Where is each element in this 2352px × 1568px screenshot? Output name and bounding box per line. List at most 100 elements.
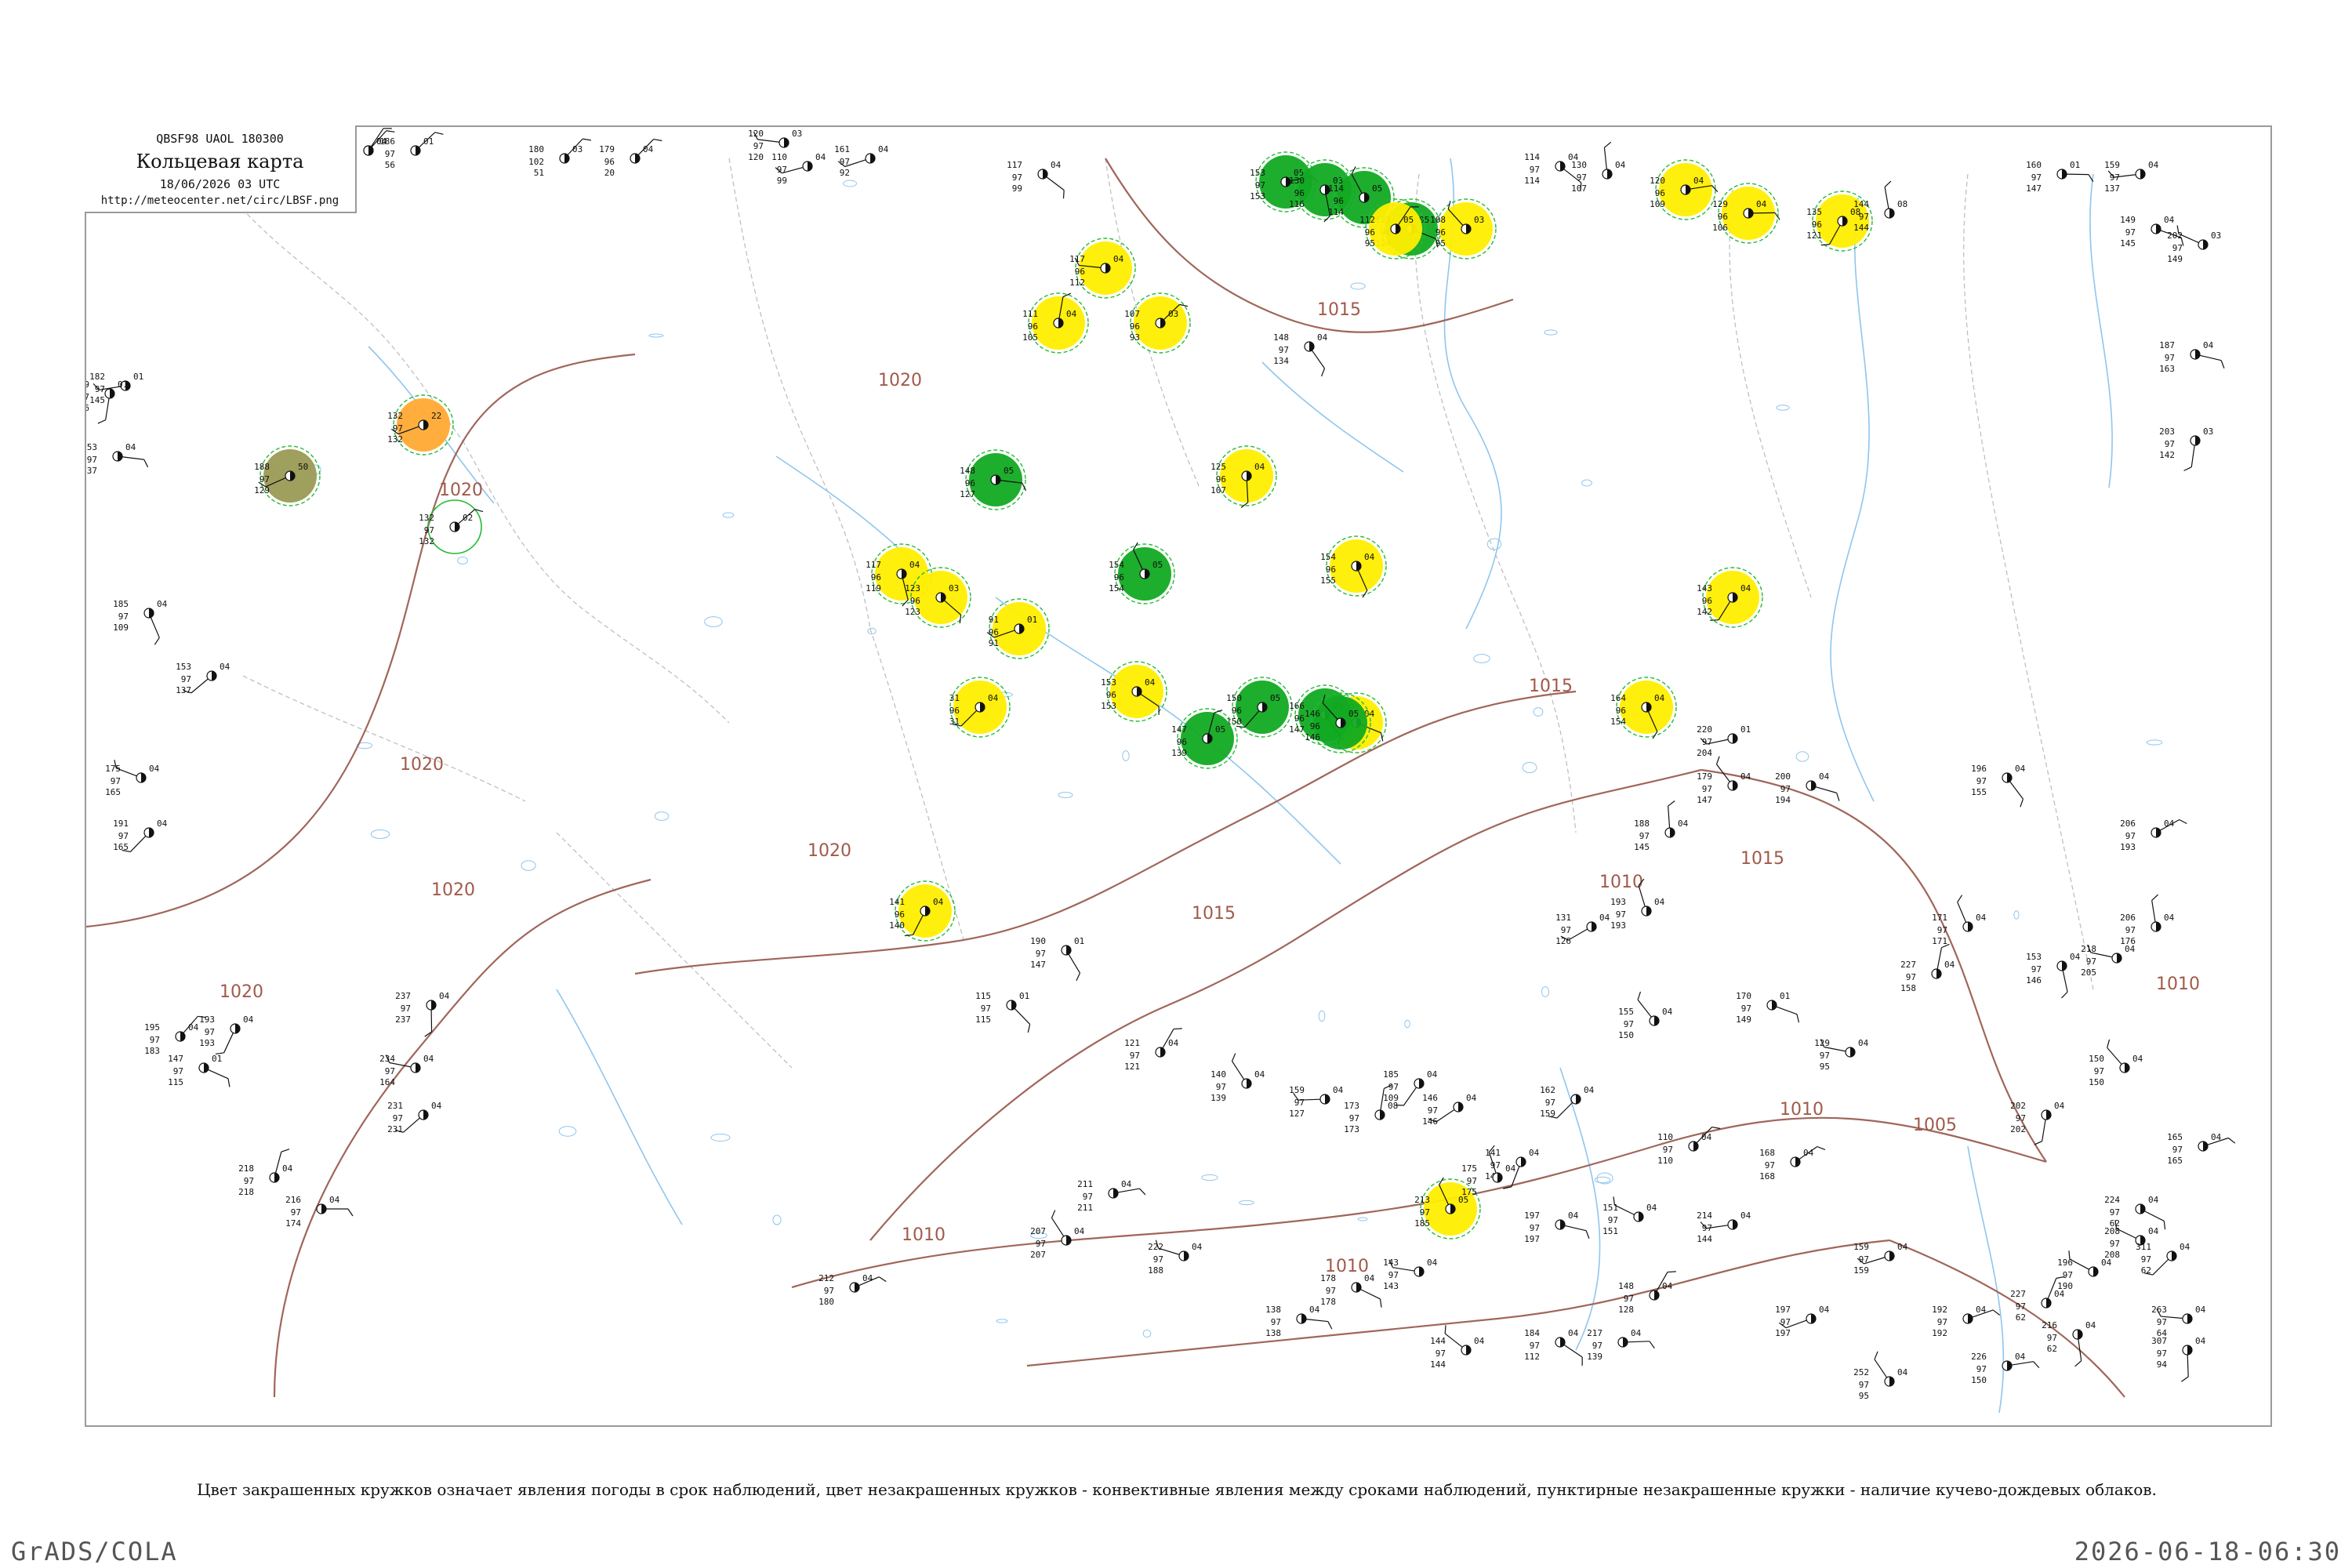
station-plot[interactable]: 188 50 97129	[254, 445, 321, 506]
station-plot[interactable]: 129 04 9795	[1814, 1038, 1868, 1072]
station-plot[interactable]: 234 04 97164	[379, 1054, 434, 1087]
station-plot[interactable]: 117 04 9799	[1007, 160, 1068, 199]
station-plot[interactable]: 110 0497110	[1657, 1123, 1721, 1166]
station-plot[interactable]: 150 0497150	[2089, 1039, 2143, 1087]
station-plot[interactable]: 218 04 97205	[2081, 944, 2135, 978]
station-plot[interactable]: 252 04 9795	[1853, 1351, 1908, 1401]
station-plot[interactable]: 214 04 97144	[1697, 1210, 1751, 1244]
station-plot[interactable]: 263 049764	[2151, 1305, 2205, 1338]
station-plot[interactable]: 217 04 97139	[1587, 1328, 1655, 1362]
station-plot[interactable]: 195 04 97183	[144, 1013, 207, 1056]
station-plot[interactable]: 237 0497237	[395, 991, 450, 1037]
station-plot[interactable]: 143 04 96142	[1697, 567, 1763, 628]
station-plot[interactable]: 130 04 97107	[1571, 141, 1626, 194]
station-plot[interactable]: 115 0197115	[975, 991, 1033, 1033]
station-plot[interactable]: 144 0497144	[1430, 1325, 1485, 1370]
station-plot[interactable]: 148 04 97134	[1273, 332, 1328, 377]
station-plot[interactable]: 132 0297132	[419, 499, 484, 554]
station-plot[interactable]: 125 04 96107	[1210, 445, 1277, 508]
station-plot[interactable]: 155 04 97150	[1618, 991, 1673, 1040]
station-plot[interactable]: 193 0497193	[199, 1014, 254, 1057]
station-plot[interactable]: 31 049631	[949, 677, 1011, 738]
station-plot[interactable]: 170 01 97149	[1736, 991, 1801, 1025]
station-plot[interactable]: 132 2297132	[387, 394, 454, 456]
station-plot[interactable]: 178 0497178	[1320, 1273, 1385, 1308]
station-plot[interactable]: 202 03 97149	[2167, 225, 2221, 264]
station-plot[interactable]: 200 04 97194	[1775, 771, 1841, 805]
station-plot[interactable]: 153 04 97137	[176, 662, 230, 696]
station-plot[interactable]: 185 04 97109	[113, 599, 168, 645]
station-plot[interactable]: 117 04 96112	[1069, 238, 1136, 299]
station-plot[interactable]: 218 0497218	[238, 1147, 293, 1197]
station-plot[interactable]: 207 0497207	[1030, 1210, 1085, 1260]
station-plot[interactable]: 206 0497176	[2120, 894, 2175, 946]
station-plot[interactable]: 216 04 9762	[2042, 1320, 2096, 1367]
station-plot[interactable]: 151 0497151	[1602, 1196, 1657, 1236]
station-plot[interactable]: 153 04 97146	[2026, 952, 2081, 999]
station-plot[interactable]: 147 01 97115	[168, 1054, 232, 1087]
station-plot[interactable]: 187 04 97163	[2159, 340, 2226, 374]
station-plot[interactable]: 197 0497197	[1524, 1210, 1591, 1244]
station-plot[interactable]: 311 04 9762	[2136, 1242, 2190, 1278]
station-plot[interactable]: 220 01 97204	[1697, 724, 1751, 758]
station-plot[interactable]: 202 0497202	[2010, 1101, 2065, 1146]
station-plot[interactable]: 91 019691	[986, 598, 1050, 659]
cloud-cover-fill	[1419, 1267, 1424, 1276]
station-plot[interactable]: 110 04 9799	[771, 152, 826, 186]
station-plot[interactable]: 211 0497211	[1077, 1179, 1146, 1213]
station-plot[interactable]: 160 01 97147	[2026, 160, 2094, 194]
station-plot[interactable]: 165 0497165	[2167, 1132, 2236, 1166]
station-plot[interactable]: 154 0596154	[1109, 542, 1175, 604]
station-plot[interactable]: 164 04 96154	[1610, 677, 1677, 739]
station-plot[interactable]: 129 04 96106	[1712, 183, 1780, 244]
station-plot[interactable]: 224 04 9762	[2104, 1195, 2169, 1230]
station-plot[interactable]: 216 04 97174	[285, 1195, 354, 1229]
station-plot[interactable]: 186 019756	[379, 129, 444, 170]
station-plot[interactable]: 150 0596150	[1226, 677, 1293, 738]
isobar-label: 1020	[808, 841, 851, 861]
station-plot[interactable]: 144 0897144	[1853, 180, 1907, 233]
station-plot[interactable]: 203 03 97142	[2159, 426, 2213, 472]
station-plot[interactable]: 206 04 97193	[2120, 818, 2187, 852]
station-plot[interactable]: 153 04 97137	[86, 442, 149, 476]
station-plot[interactable]: 197 0497197	[1775, 1305, 1829, 1338]
station-plot[interactable]: 121 0497121	[1124, 1025, 1182, 1072]
station-plot[interactable]: 227 04 97158	[1900, 943, 1955, 993]
station-plot[interactable]: 171 0497171	[1932, 895, 1987, 946]
station-plot[interactable]: 179 04 97147	[1697, 756, 1751, 805]
station-plot[interactable]: 175 04 97165	[105, 760, 160, 797]
station-plot[interactable]: 212 04 97180	[818, 1273, 887, 1307]
station-plot[interactable]: 131 04 97126	[1555, 913, 1610, 946]
station-plot[interactable]: 141 04 96140	[889, 880, 956, 942]
station-plot[interactable]: 108 03 9695	[1430, 198, 1497, 260]
station-plot[interactable]: 153 0496153	[1101, 661, 1167, 722]
station-plot[interactable]: 192 0497192	[1932, 1305, 2001, 1338]
cloud-cover-fill	[1458, 1102, 1463, 1112]
station-plot[interactable]: 226 04 97150	[1971, 1352, 2040, 1385]
station-plot[interactable]: 146 0497146	[1422, 1093, 1476, 1127]
station-plot[interactable]: 180 03 10251	[528, 136, 591, 178]
station-plot[interactable]: 148 05 96127	[960, 449, 1027, 510]
station-plot[interactable]: 231 0497231	[387, 1101, 441, 1135]
station-plot[interactable]: 222 04 97188	[1148, 1240, 1203, 1276]
station-plot[interactable]: 159 0497159	[1853, 1242, 1907, 1276]
station-plot[interactable]: 107 03 9693	[1124, 292, 1191, 354]
station-plot[interactable]: 111 04 96105	[1022, 292, 1089, 354]
station-plot[interactable]: 179 04 9620	[599, 136, 662, 178]
station-plot[interactable]: 159 04 97137	[2104, 160, 2158, 194]
station-plot[interactable]: 143 0497143	[1383, 1258, 1437, 1291]
station-plot[interactable]: 138 0497138	[1265, 1305, 1333, 1338]
station-plot[interactable]: 191 04 97165	[113, 818, 168, 855]
station-plot[interactable]: 188 04 97145	[1634, 800, 1689, 852]
source-url[interactable]: http://meteocenter.net/circ/LBSF.png	[85, 194, 355, 207]
station-plot[interactable]: 307 04 9794	[2151, 1336, 2206, 1382]
station-plot[interactable]: 140 04 97139	[1210, 1053, 1265, 1103]
station-plot[interactable]: 154 04 96155	[1320, 535, 1387, 598]
station-plot[interactable]: 182 01 97145	[89, 372, 143, 405]
station-plot[interactable]: 120 04 96109	[1650, 159, 1719, 220]
station-plot[interactable]: 190 01 97147	[1030, 936, 1084, 982]
station-plot[interactable]: 161 04 9792	[834, 144, 888, 178]
station-plot[interactable]: 159 04 97127	[1289, 1085, 1343, 1119]
station-plot[interactable]: 196 04 97155	[1971, 764, 2026, 808]
station-plot[interactable]: 168 0497168	[1759, 1144, 1826, 1181]
